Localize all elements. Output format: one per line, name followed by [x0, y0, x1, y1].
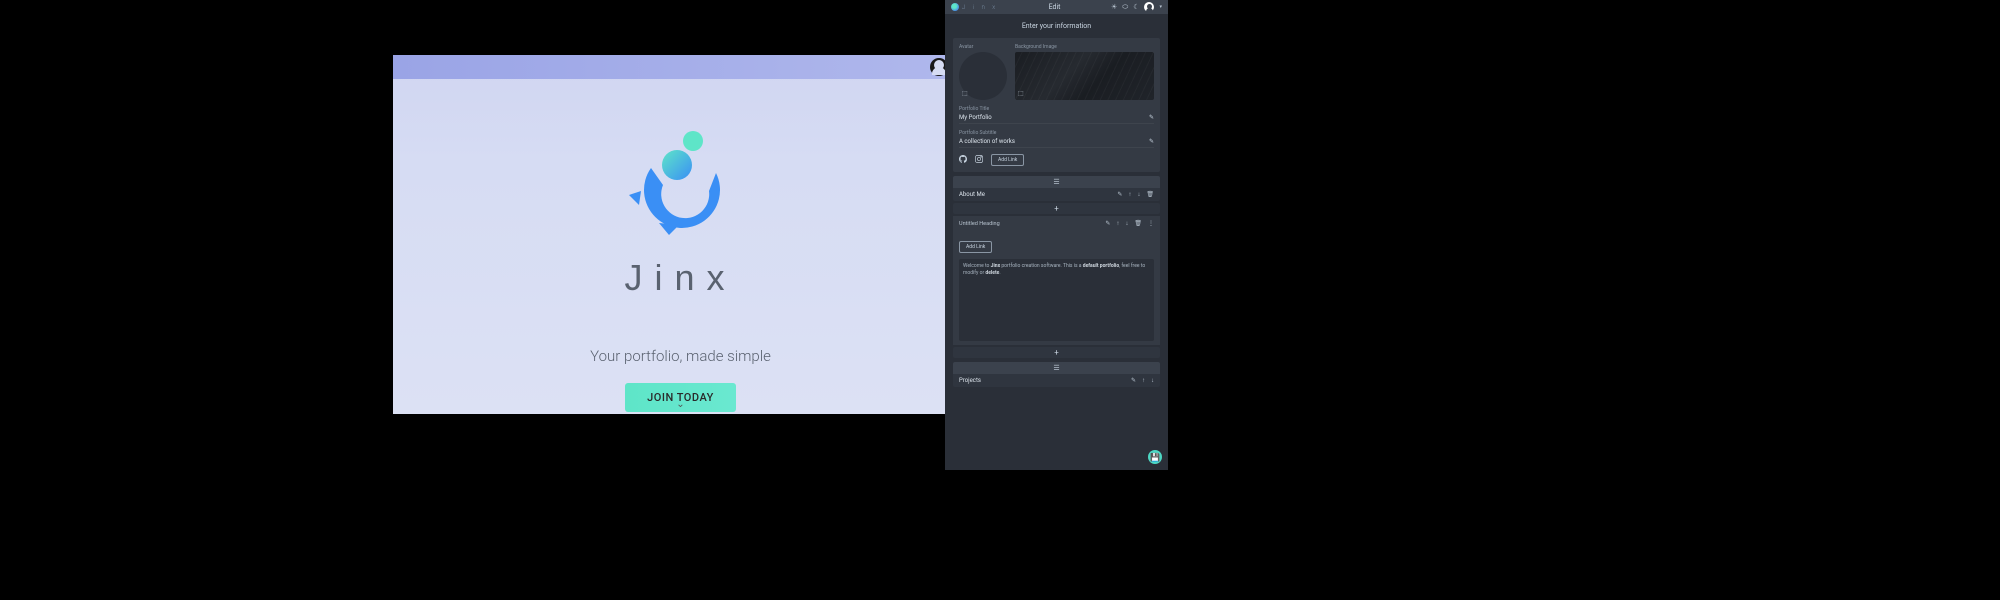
more-icon[interactable]: ⋮ — [1148, 220, 1154, 227]
editor-window: J i n x Edit ☀ ⬭ ☾ ▾ Enter your informat… — [945, 0, 1168, 470]
tagline-text: Your portfolio, made simple — [590, 347, 771, 365]
info-panel: Avatar ⬚ Background Image ⬚ Portfolio Ti… — [953, 38, 1160, 172]
landing-topbar: ▾ — [393, 55, 968, 79]
move-up-icon[interactable]: ↑ — [1128, 191, 1131, 198]
trash-icon[interactable]: 🗑 — [1134, 220, 1142, 227]
brand-area[interactable]: J i n x — [951, 3, 998, 11]
avatar-upload[interactable]: ⬚ — [959, 52, 1007, 100]
brand-text: J i n x — [962, 4, 998, 11]
pencil-icon[interactable]: ✎ — [1149, 114, 1154, 121]
bg-label: Background Image — [1015, 44, 1154, 50]
move-down-icon[interactable]: ↓ — [1151, 377, 1154, 384]
scroll-down-icon[interactable]: ⌄ — [676, 399, 684, 410]
move-up-icon[interactable]: ↑ — [1142, 377, 1145, 384]
body-bold: Jinx — [991, 263, 1000, 269]
trash-icon[interactable]: 🗑 — [1146, 191, 1154, 198]
pencil-icon[interactable]: ✎ — [1117, 191, 1122, 198]
section-title: About Me — [959, 191, 985, 198]
background-upload[interactable]: ⬚ — [1015, 52, 1154, 100]
add-link-button[interactable]: Add Link — [959, 241, 992, 253]
body-text: portfolio creation software. This is a — [1000, 263, 1083, 269]
landing-window: ▾ Jinx Your portfolio, made simple JOIN … — [393, 55, 968, 414]
section-drag-handle[interactable]: ☰ — [953, 176, 1160, 188]
hero-area: Jinx Your portfolio, made simple JOIN TO… — [393, 123, 968, 412]
toggle-icon[interactable]: ⬭ — [1122, 3, 1128, 12]
body-bold: default portfolio — [1083, 263, 1119, 269]
pencil-icon[interactable]: ✎ — [1131, 377, 1136, 384]
body-text: . — [999, 270, 1000, 276]
upload-icon[interactable]: ⬚ — [962, 90, 968, 97]
pencil-icon[interactable]: ✎ — [1149, 138, 1154, 145]
portfolio-subtitle-value: A collection of works — [959, 138, 1015, 145]
jinx-logo-icon — [951, 3, 959, 11]
block-body-textarea[interactable]: Welcome to Jinx portfolio creation softw… — [959, 259, 1154, 341]
editor-topbar: J i n x Edit ☀ ⬭ ☾ ▾ — [945, 0, 1168, 14]
page-title: Edit — [998, 3, 1111, 11]
chevron-down-icon[interactable]: ▾ — [1159, 4, 1162, 10]
moon-icon[interactable]: ☾ — [1133, 3, 1139, 11]
editor-subtitle: Enter your information — [945, 14, 1168, 34]
section-header-about: About Me ✎ ↑ ↓ 🗑 — [953, 188, 1160, 201]
move-up-icon[interactable]: ↑ — [1116, 220, 1119, 227]
pencil-icon[interactable]: ✎ — [1105, 220, 1110, 227]
portfolio-title-value: My Portfolio — [959, 114, 992, 121]
section-title: Projects — [959, 377, 981, 384]
brand-wordmark: Jinx — [624, 257, 736, 299]
save-fab[interactable]: 💾 — [1148, 450, 1162, 464]
instagram-icon[interactable] — [975, 155, 983, 165]
avatar-label: Avatar — [959, 44, 1007, 50]
block-title: Untitled Heading — [959, 221, 1000, 227]
section-header-projects: Projects ✎ ↑ ↓ — [953, 374, 1160, 387]
github-icon[interactable] — [959, 155, 967, 165]
upload-icon[interactable]: ⬚ — [1018, 90, 1024, 97]
move-down-icon[interactable]: ↓ — [1137, 191, 1140, 198]
body-text: Welcome to — [963, 263, 991, 269]
section-drag-handle[interactable]: ☰ — [953, 362, 1160, 374]
jinx-logo-icon — [621, 123, 741, 243]
add-link-button[interactable]: Add Link — [991, 154, 1024, 166]
add-block-button[interactable]: + — [953, 203, 1160, 214]
account-icon[interactable] — [1144, 2, 1154, 12]
body-bold: delete — [985, 270, 999, 276]
move-down-icon[interactable]: ↓ — [1125, 220, 1128, 227]
add-block-button[interactable]: + — [953, 347, 1160, 358]
content-block: Untitled Heading ✎ ↑ ↓ 🗑 ⋮ Add Link Welc… — [953, 216, 1160, 345]
sun-icon[interactable]: ☀ — [1111, 3, 1117, 11]
